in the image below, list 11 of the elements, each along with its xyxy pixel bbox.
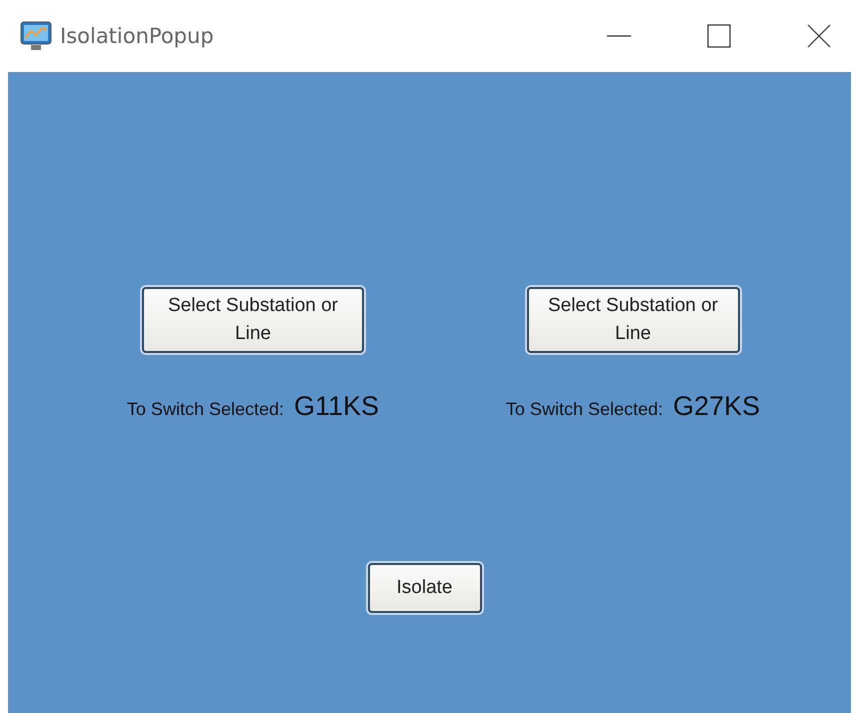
close-icon[interactable]	[807, 24, 831, 48]
monitor-chart-icon	[20, 21, 52, 51]
switch-value: G11KS	[294, 391, 380, 422]
maximize-icon[interactable]	[707, 24, 731, 48]
window-title: IsolationPopup	[60, 24, 215, 48]
select-substation-button[interactable]: Select Substation or Line	[142, 287, 364, 353]
switch-label: To Switch Selected:	[506, 399, 663, 420]
switch-value: G27KS	[673, 391, 760, 422]
isolate-button[interactable]: Isolate	[368, 563, 482, 613]
select-substation-button[interactable]: Select Substation or Line	[526, 287, 740, 353]
switch-label: To Switch Selected:	[126, 399, 284, 420]
